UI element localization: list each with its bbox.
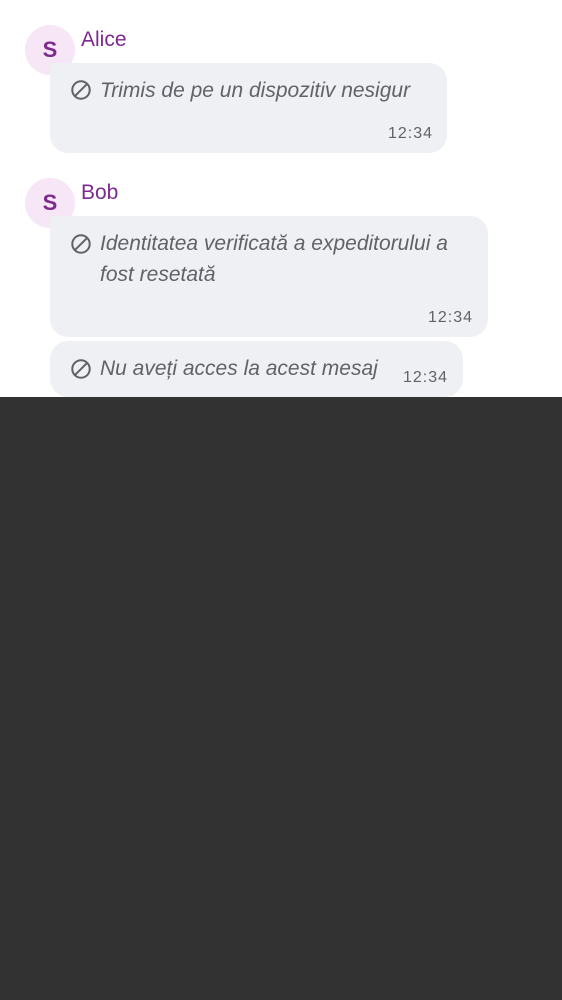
chat-timeline: S Alice Trimis de pe un dispozitiv nesig… bbox=[0, 0, 562, 397]
blocked-icon bbox=[71, 80, 91, 100]
message-text: Nu aveți acces la acest mesaj bbox=[100, 357, 378, 380]
message-bubble[interactable]: Identitatea verificată a expeditorului a… bbox=[50, 216, 488, 337]
message-timestamp: 12:34 bbox=[388, 125, 434, 142]
message-timestamp: 12:34 bbox=[428, 309, 474, 326]
blocked-icon bbox=[71, 359, 91, 379]
message-text-line-1: Identitatea verificată a expeditorului a bbox=[100, 232, 448, 255]
message-text: Trimis de pe un dispozitiv nesigur bbox=[100, 79, 411, 102]
message-bubble[interactable]: Trimis de pe un dispozitiv nesigur 12:34 bbox=[50, 63, 447, 153]
message-bubble[interactable]: Nu aveți acces la acest mesaj 12:34 bbox=[50, 341, 463, 397]
message-text-line-2: fost resetată bbox=[100, 263, 216, 286]
sender-name[interactable]: Alice bbox=[81, 28, 127, 52]
blocked-icon bbox=[71, 234, 91, 254]
message-timestamp: 12:34 bbox=[403, 369, 449, 386]
sender-name[interactable]: Bob bbox=[81, 181, 118, 205]
avatar-initial: S bbox=[42, 190, 58, 215]
avatar-initial: S bbox=[42, 37, 58, 62]
